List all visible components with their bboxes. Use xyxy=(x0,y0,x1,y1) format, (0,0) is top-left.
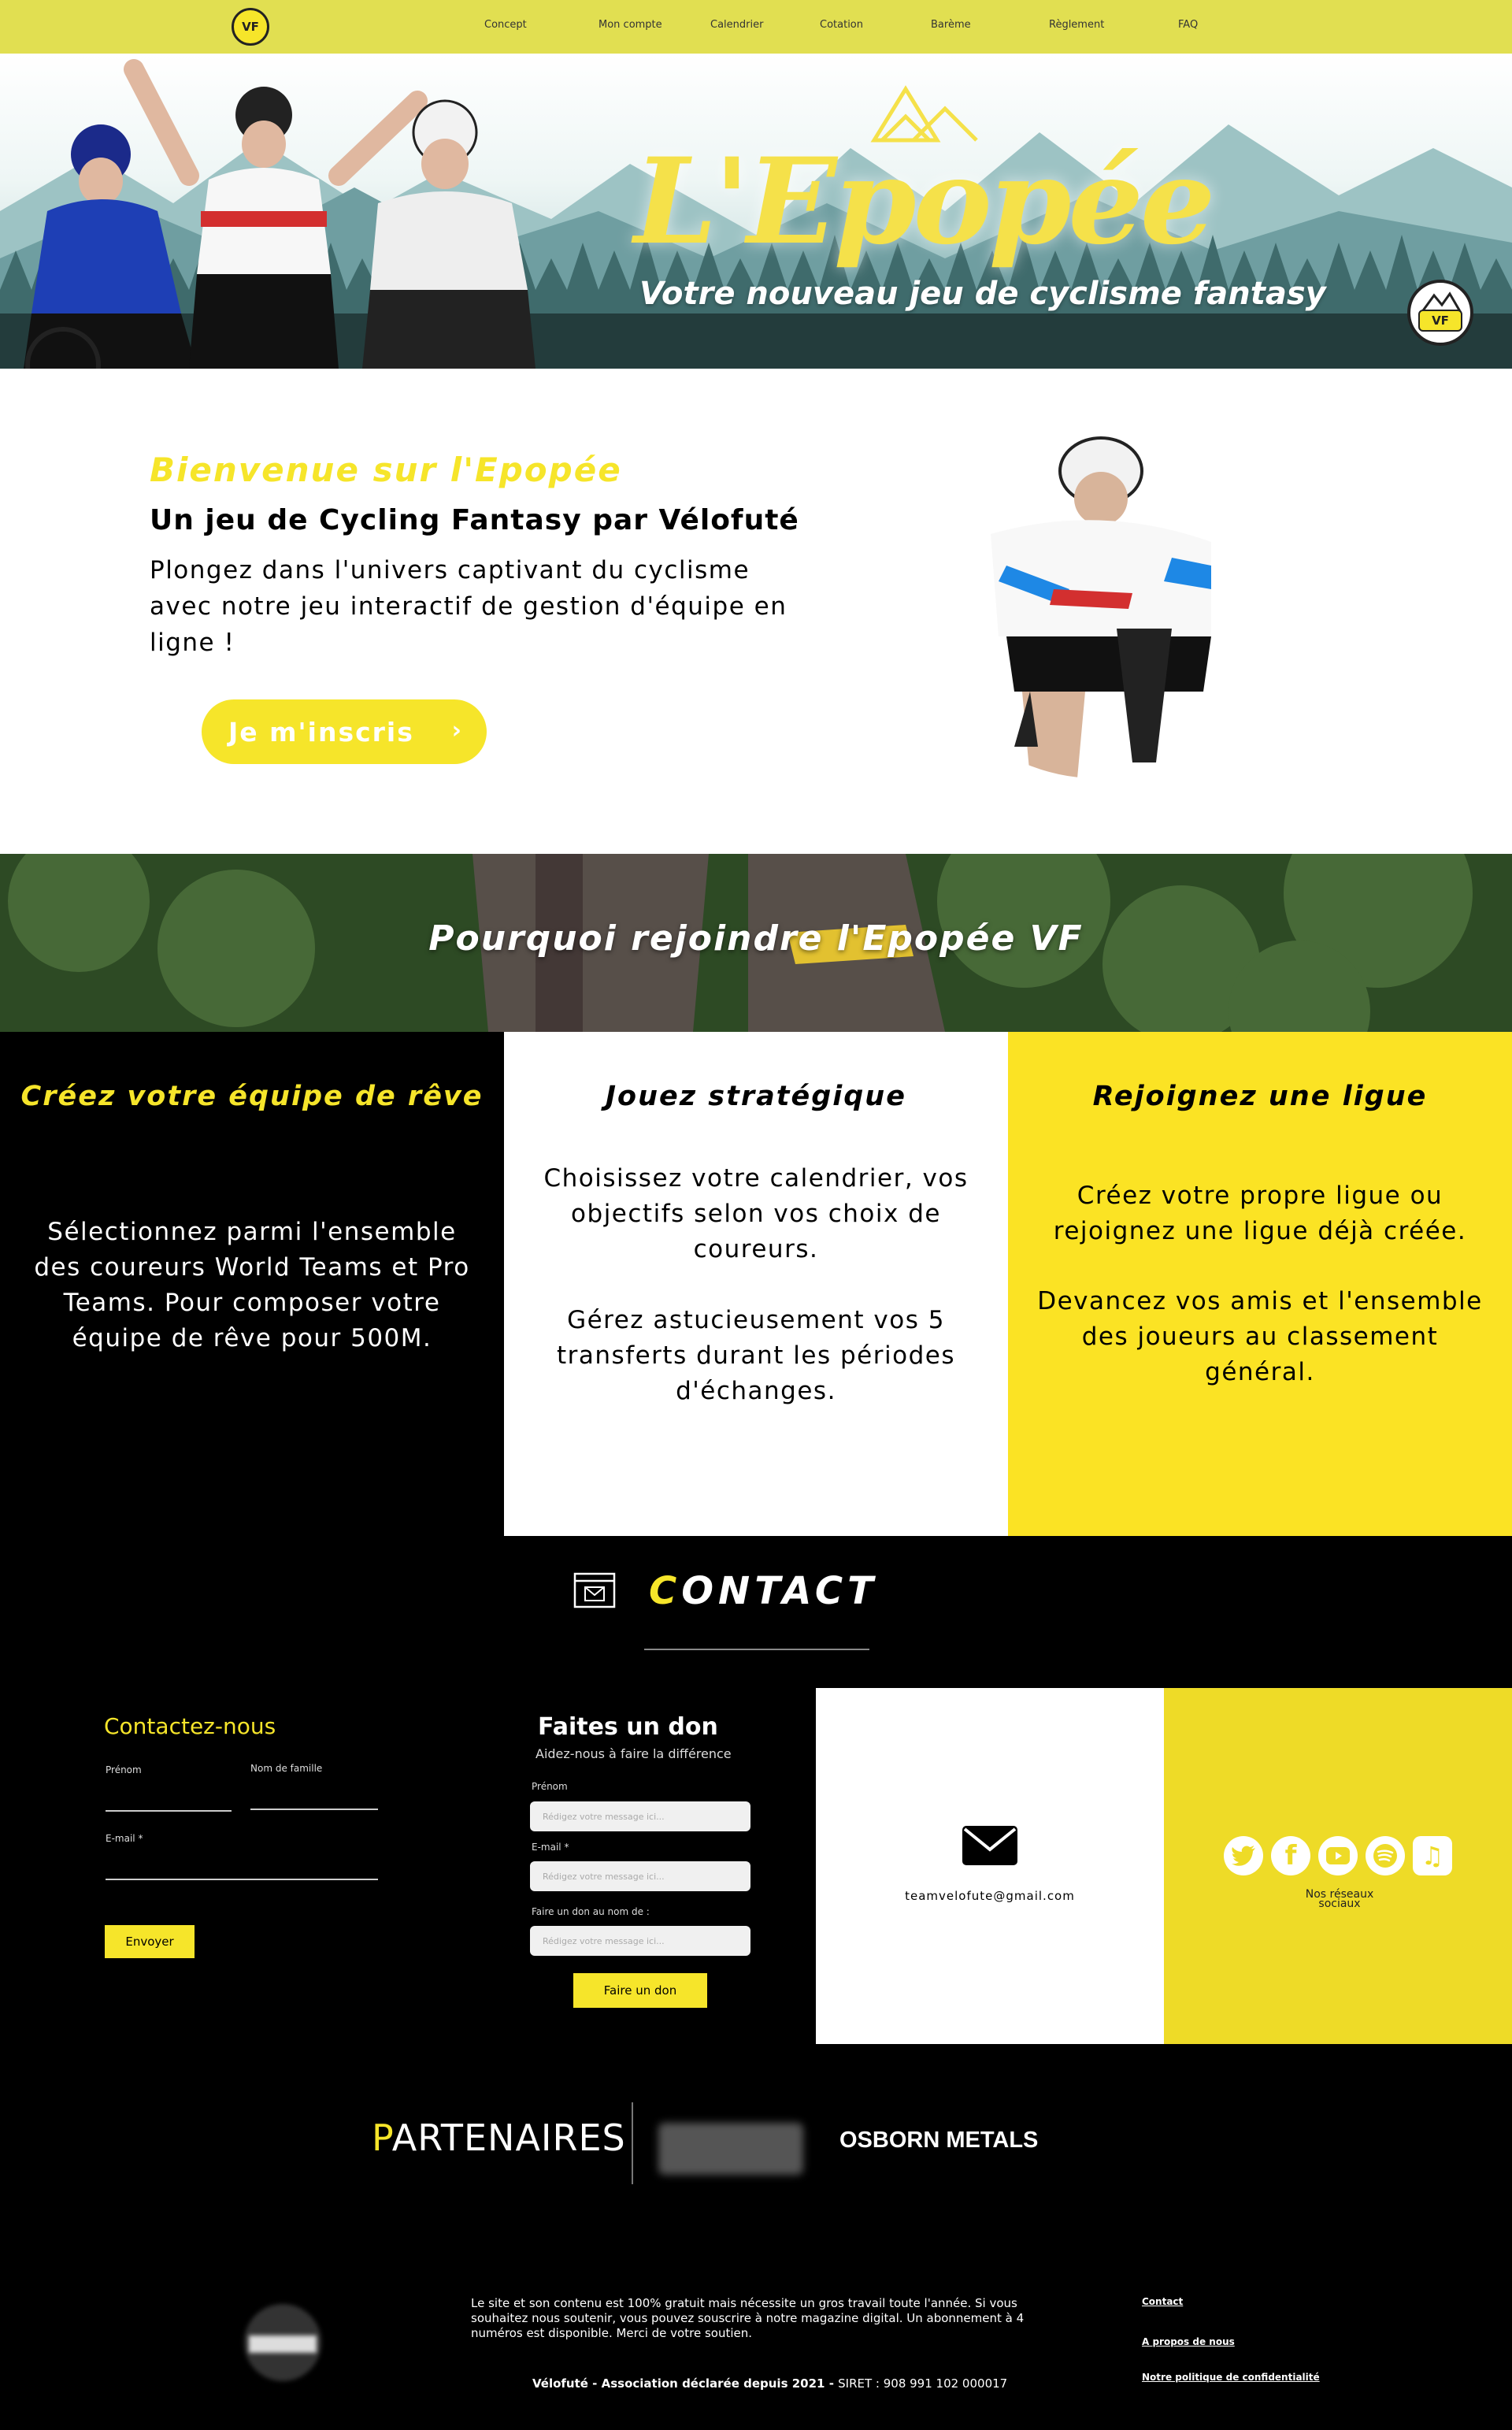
spotify-icon[interactable] xyxy=(1366,1836,1405,1875)
velofute-logo[interactable]: VF xyxy=(232,8,269,46)
nav-bareme[interactable]: Barème xyxy=(931,19,971,31)
feature-strategy: Jouez stratégique Choisissez votre calen… xyxy=(504,1032,1008,1536)
donate-button[interactable]: Faire un don xyxy=(573,1973,707,2008)
donation-email-label: E-mail * xyxy=(532,1842,569,1853)
partner-logo-blurred[interactable] xyxy=(658,2123,803,2175)
first-name-field[interactable] xyxy=(106,1810,232,1812)
donation-title: Faites un don xyxy=(538,1713,718,1741)
why-join-title: Pourquoi rejoindre l'Epopée VF xyxy=(428,918,1084,959)
contact-form-title: Contactez-nous xyxy=(104,1713,276,1739)
facebook-icon[interactable]: f xyxy=(1271,1836,1310,1875)
welcome-section: Bienvenue sur l'Epopée Un jeu de Cycling… xyxy=(0,369,1512,854)
vf-badge-text: VF xyxy=(1418,310,1462,332)
contact-title: CONTACT xyxy=(649,1569,878,1613)
feature-strategy-text-2: Gérez astucieusement vos 5 transferts du… xyxy=(557,1306,955,1405)
feature-dream-team-text: Sélectionnez parmi l'ensemble des coureu… xyxy=(34,1218,470,1352)
first-name-label: Prénom xyxy=(106,1764,142,1775)
footer-logo xyxy=(244,2304,321,2381)
feature-dream-team: Créez votre équipe de rêve Sélectionnez … xyxy=(0,1032,504,1536)
feature-league-text-2: Devancez vos amis et l'ensemble des joue… xyxy=(1037,1287,1483,1386)
partners-title: PARTENAIRES xyxy=(372,2117,626,2159)
footer-link-about[interactable]: A propos de nous xyxy=(1142,2336,1235,2347)
donation-behalf-input[interactable]: Rédigez votre message ici... xyxy=(530,1926,750,1956)
signup-button[interactable]: Je m'inscris › xyxy=(202,699,487,764)
hero-banner: L'Epopée Votre nouveau jeu de cyclisme f… xyxy=(0,54,1512,369)
footer-link-privacy[interactable]: Notre politique de confidentialité xyxy=(1142,2372,1320,2383)
feature-strategy-title: Jouez stratégique xyxy=(606,1081,906,1112)
partners-section: PARTENAIRES OSBORN METALS xyxy=(0,2044,1512,2217)
email-label: E-mail * xyxy=(106,1833,143,1844)
partners-divider xyxy=(632,2102,633,2184)
hero-subtitle: Votre nouveau jeu de cyclisme fantasy xyxy=(639,276,1326,312)
feature-strategy-text-1: Choisissez votre calendrier, vos objecti… xyxy=(543,1164,969,1263)
feature-dream-team-title: Créez votre équipe de rêve xyxy=(20,1081,484,1112)
nav-faq[interactable]: FAQ xyxy=(1178,19,1198,31)
last-name-field[interactable] xyxy=(250,1809,378,1810)
contact-divider xyxy=(644,1649,869,1650)
vf-badge: VF xyxy=(1407,280,1473,346)
welcome-text: Plongez dans l'univers captivant du cycl… xyxy=(150,556,788,657)
footer-legal: Vélofuté - Association déclarée depuis 2… xyxy=(532,2376,1008,2391)
nav-mon-compte[interactable]: Mon compte xyxy=(598,19,662,31)
feature-league-text-1: Créez votre propre ligue ou rejoignez un… xyxy=(1053,1182,1467,1245)
contact-header: CONTACT xyxy=(0,1536,1512,1686)
chevron-right-icon: › xyxy=(451,717,463,744)
donation-behalf-label: Faire un don au nom de : xyxy=(532,1906,650,1917)
footer: Le site et son contenu est 100% gratuit … xyxy=(0,2217,1512,2430)
contact-email-link[interactable]: teamvelofute@gmail.com xyxy=(816,1889,1164,1903)
send-button[interactable]: Envoyer xyxy=(105,1925,195,1958)
contact-forms-area: Contactez-nous Prénom Nom de famille E-m… xyxy=(0,1686,815,2044)
donation-first-name-label: Prénom xyxy=(532,1781,568,1792)
hero-title: L'Epopée xyxy=(634,132,1215,271)
youtube-icon[interactable] xyxy=(1318,1836,1358,1875)
welcome-title: Bienvenue sur l'Epopée xyxy=(150,451,622,489)
email-field[interactable] xyxy=(106,1879,378,1880)
mail-window-icon xyxy=(573,1572,616,1608)
last-name-label: Nom de famille xyxy=(250,1763,323,1774)
footer-link-contact[interactable]: Contact xyxy=(1142,2296,1183,2307)
donation-subtitle: Aidez-nous à faire la différence xyxy=(536,1746,732,1761)
donation-first-name-input[interactable]: Rédigez votre message ici... xyxy=(530,1801,750,1831)
nav-concept[interactable]: Concept xyxy=(484,19,527,31)
partner-osborn-metals[interactable]: OSBORN METALS xyxy=(839,2128,1038,2154)
nav-cotation[interactable]: Cotation xyxy=(820,19,863,31)
music-icon[interactable]: ♫ xyxy=(1413,1836,1452,1875)
footer-support-text: Le site et son contenu est 100% gratuit … xyxy=(471,2296,1025,2340)
feature-league: Rejoignez une ligue Créez votre propre l… xyxy=(1008,1032,1512,1536)
nav-calendrier[interactable]: Calendrier xyxy=(710,19,763,31)
twitter-icon[interactable] xyxy=(1224,1836,1263,1875)
feature-league-title: Rejoignez une ligue xyxy=(1092,1081,1428,1112)
email-box: teamvelofute@gmail.com xyxy=(816,1688,1164,2044)
nav-reglement[interactable]: Règlement xyxy=(1049,19,1104,31)
signup-button-label: Je m'inscris xyxy=(228,716,414,748)
top-navbar: VF Concept Mon compte Calendrier Cotatio… xyxy=(0,0,1512,54)
social-label: Nos réseaux sociaux xyxy=(1305,1888,1374,1910)
welcome-subtitle: Un jeu de Cycling Fantasy par Vélofuté xyxy=(150,504,799,536)
envelope-icon xyxy=(962,1826,1017,1865)
donation-email-input[interactable]: Rédigez votre message ici... xyxy=(530,1861,750,1891)
social-box: f ♫ Nos réseaux sociaux xyxy=(1164,1688,1512,2044)
cyclist-photo xyxy=(975,432,1243,778)
why-join-banner: Pourquoi rejoindre l'Epopée VF xyxy=(0,854,1512,1032)
